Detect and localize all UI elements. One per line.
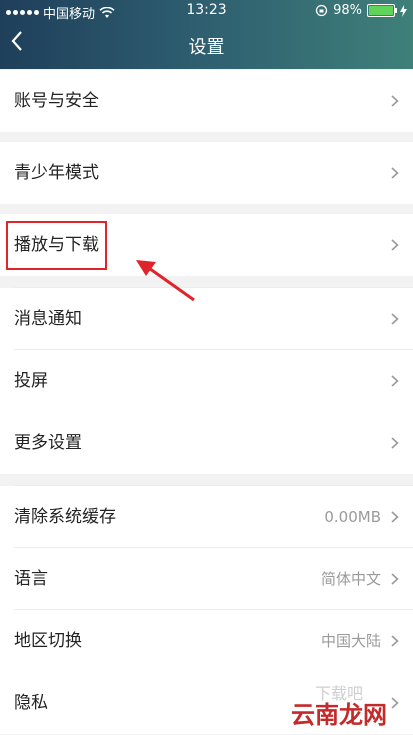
row-divider — [14, 547, 413, 548]
settings-row[interactable]: 青少年模式 — [0, 142, 413, 204]
settings-row[interactable]: 消息通知 — [0, 288, 413, 350]
rotation-lock-icon — [315, 4, 328, 17]
settings-row-label: 消息通知 — [14, 309, 82, 329]
settings-row-value: 简体中文 — [320, 570, 381, 588]
row-divider — [14, 485, 413, 486]
nav-bar: 设置 — [0, 22, 413, 69]
settings-row-label: 隐私 — [14, 693, 48, 713]
status-bar: 中国移动 13:23 98% — [0, 0, 413, 22]
settings-row[interactable]: 地区切换 中国大陆 — [0, 610, 413, 672]
chevron-right-icon — [391, 437, 399, 449]
settings-row-label: 投屏 — [14, 371, 48, 391]
chevron-right-icon — [391, 635, 399, 647]
page-title: 设置 — [188, 37, 225, 58]
battery-icon — [367, 4, 397, 17]
row-divider — [14, 609, 413, 610]
watermark-sub: 下载吧 — [315, 685, 363, 703]
chevron-right-icon — [391, 95, 399, 107]
settings-row[interactable]: 投屏 — [0, 350, 413, 412]
settings-row[interactable]: 清除系统缓存 0.00MB — [0, 486, 413, 548]
settings-row-value: 0.00MB — [324, 508, 381, 526]
row-divider — [14, 349, 413, 350]
settings-row[interactable]: 更多设置 — [0, 412, 413, 474]
charging-icon — [400, 4, 407, 17]
settings-row-value: 中国大陆 — [320, 632, 381, 650]
watermark-text: 云南龙网 — [291, 702, 387, 729]
chevron-right-icon — [391, 167, 399, 179]
watermark: 下载吧 云南龙网 — [291, 685, 387, 729]
battery-percent: 98% — [333, 3, 362, 18]
settings-row[interactable]: 账号与安全 — [0, 70, 413, 132]
chevron-right-icon — [391, 239, 399, 251]
settings-row[interactable]: 语言 简体中文 — [0, 548, 413, 610]
settings-row-label: 地区切换 — [14, 631, 82, 651]
settings-row-label: 青少年模式 — [14, 163, 99, 183]
settings-row-label: 更多设置 — [14, 433, 82, 453]
settings-row-label: 账号与安全 — [14, 91, 99, 111]
chevron-right-icon — [391, 313, 399, 325]
annotation-arrow-icon — [136, 260, 195, 302]
settings-row-label: 语言 — [14, 569, 48, 589]
chevron-right-icon — [391, 511, 399, 523]
highlight-box — [6, 221, 107, 270]
row-divider — [14, 287, 413, 288]
chevron-right-icon — [391, 573, 399, 585]
chevron-right-icon — [391, 375, 399, 387]
header: 中国移动 13:23 98% 设置 — [0, 0, 413, 69]
settings-row-label: 清除系统缓存 — [14, 507, 116, 527]
